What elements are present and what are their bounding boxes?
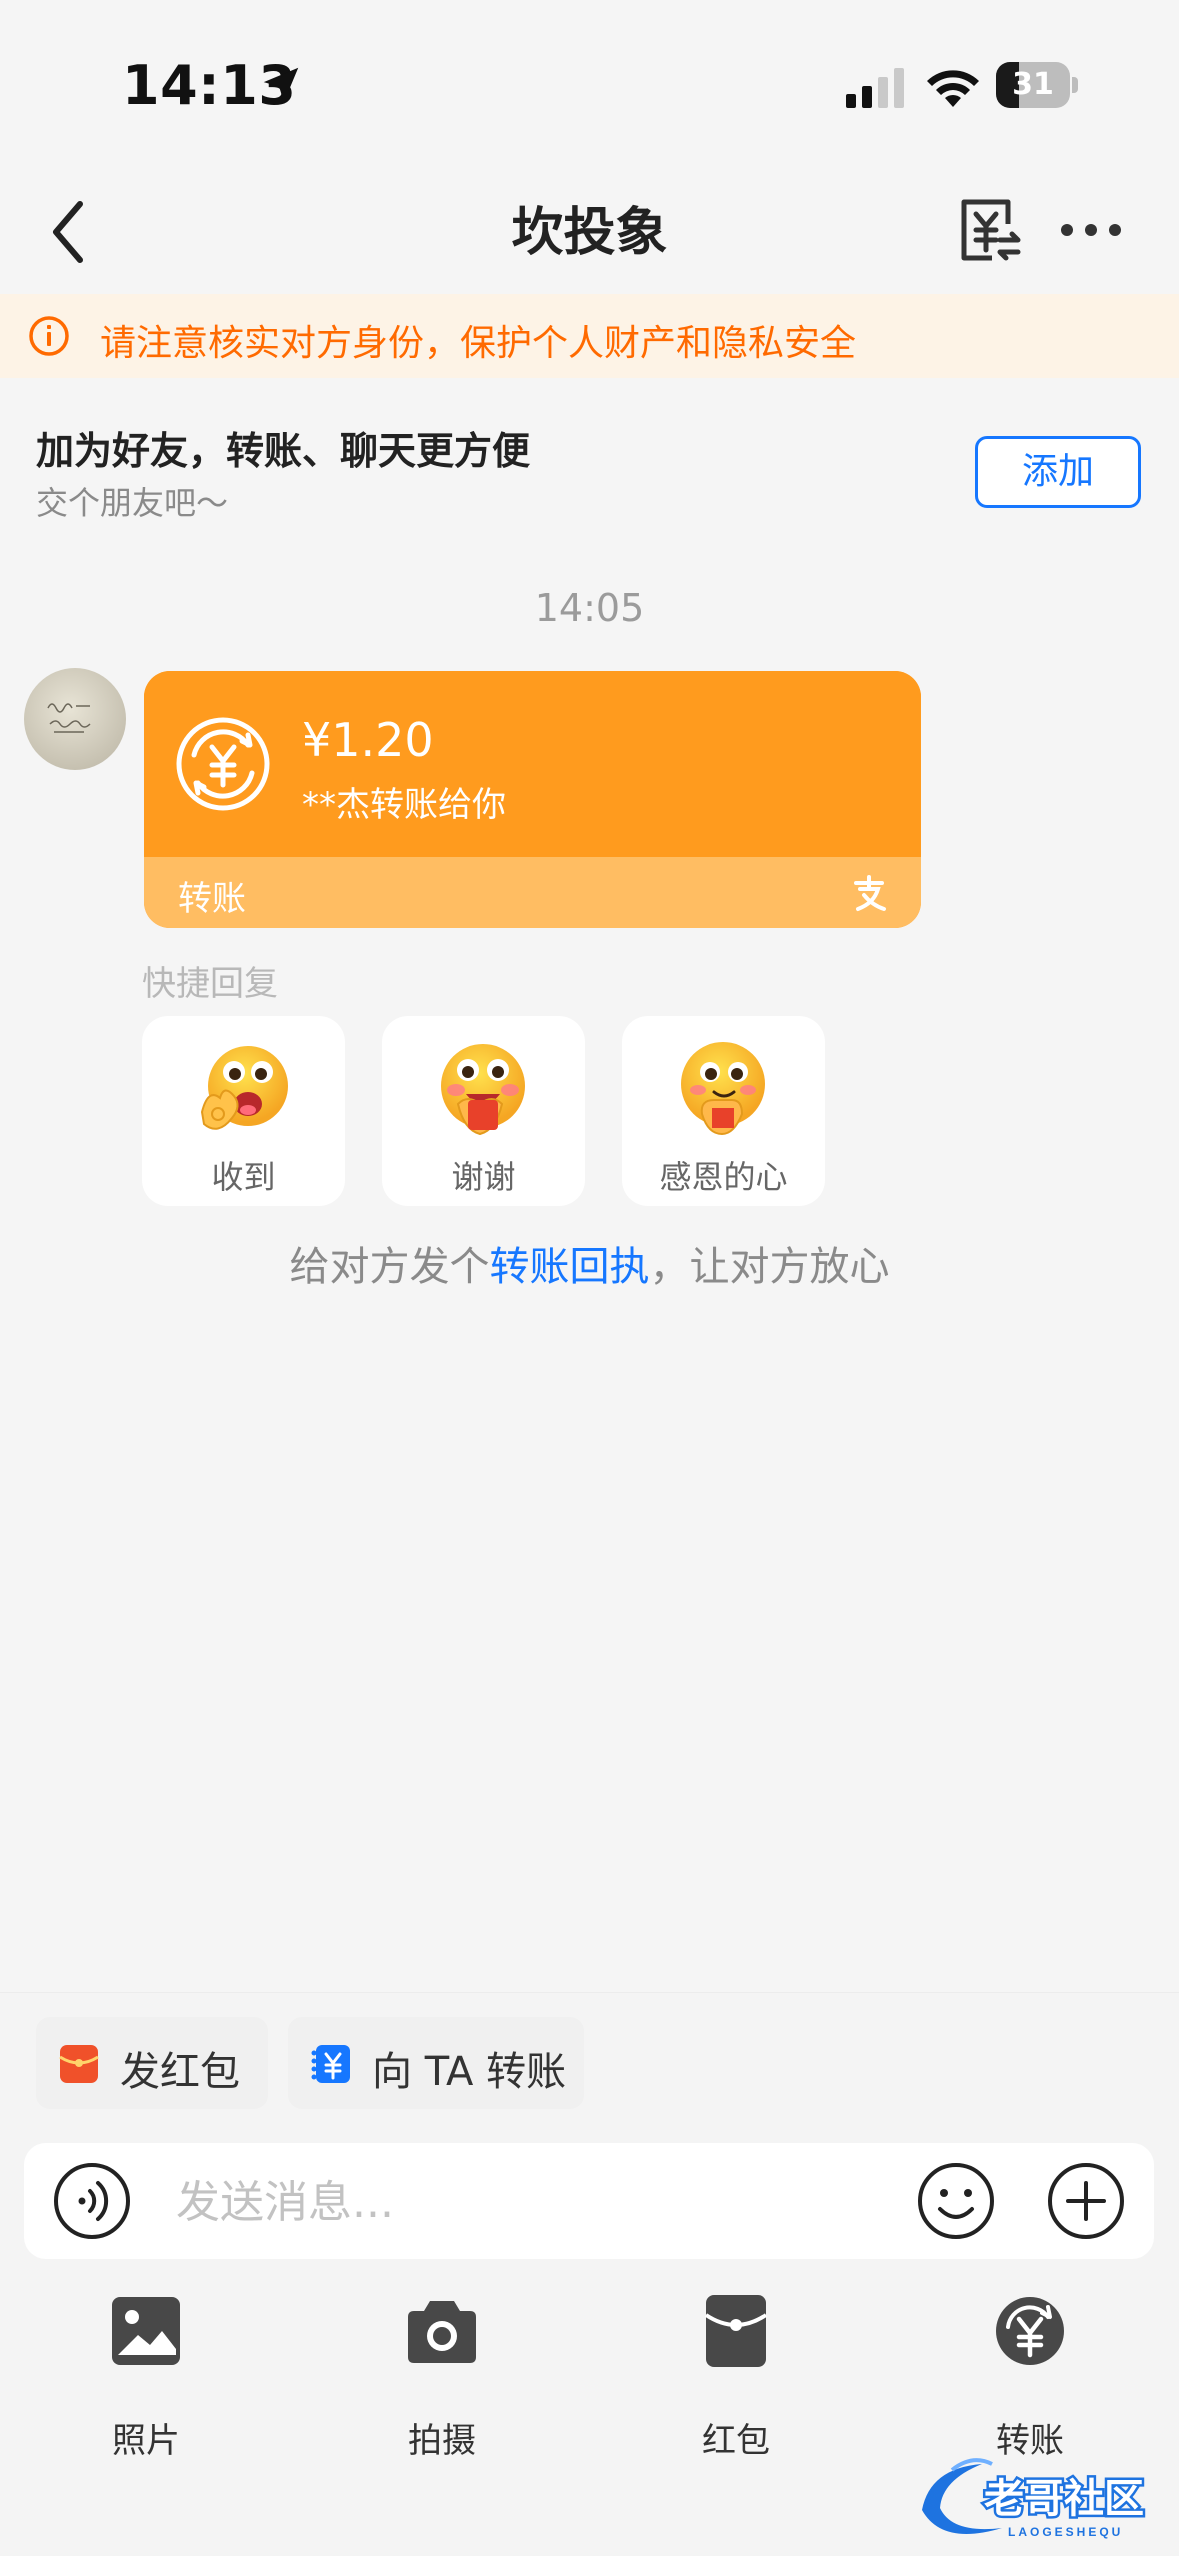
message-input-bar: [24, 2143, 1154, 2259]
community-watermark-logo: 老哥社区 LAOGESHEQU: [922, 2458, 1147, 2539]
toolbar-label: 拍摄: [408, 2421, 476, 2461]
transfer-icon: [996, 2297, 1064, 2365]
avatar[interactable]: [24, 668, 126, 770]
quick-reply-label: 收到: [211, 1158, 276, 1196]
transfer-receipt-link[interactable]: 转账回执: [490, 1244, 650, 1290]
plus-icon[interactable]: [1046, 2161, 1126, 2241]
transfer-to-ta-label: 向 TA 转账: [372, 2049, 567, 2095]
handwriting-image: [47, 703, 91, 733]
notice-text: 请注意核实对方身份，保护个人财产和隐私安全: [100, 323, 857, 364]
location-arrow-icon: [263, 67, 299, 103]
red-packet-icon: [59, 2045, 99, 2083]
toolbar-camera[interactable]: 拍摄: [352, 2293, 532, 2461]
receipt-tip-suffix: ，让对方放心: [649, 1244, 890, 1290]
receipt-tip-prefix: 给对方发个: [289, 1244, 490, 1290]
watermark-subtitle: LAOGESHEQU: [1008, 2525, 1123, 2539]
thanks-emoji-icon: [441, 1044, 525, 1136]
message-input[interactable]: [174, 2167, 898, 2237]
status-bar: 14:13 31: [0, 0, 1179, 170]
add-friend-button[interactable]: 添加: [975, 436, 1141, 508]
transfer-description: **杰转账给你: [302, 785, 506, 825]
wifi-icon: [927, 70, 979, 107]
toolbar-label: 红包: [702, 2421, 770, 2461]
quick-reply-label: 感恩的心: [659, 1158, 788, 1196]
photo-icon: [112, 2297, 180, 2365]
toolbar-label: 照片: [112, 2421, 180, 2461]
transfer-label: 转账: [178, 879, 246, 919]
toolbar-red-packet[interactable]: 红包: [646, 2293, 826, 2461]
watermark-title: 老哥社区: [984, 2477, 1144, 2521]
toolbar-transfer[interactable]: 转账: [940, 2293, 1120, 2461]
battery-level: 31: [1012, 67, 1054, 102]
voice-icon[interactable]: [52, 2161, 132, 2241]
friend-banner-subtitle: 交个朋友吧～: [36, 484, 229, 522]
alipay-logo-icon: [854, 875, 886, 911]
transfer-card-footer: 转账: [144, 857, 921, 928]
cellular-signal-icon: [846, 68, 904, 108]
transfer-card-top: ¥1.20 **杰转账给你: [144, 671, 921, 857]
send-red-packet-label: 发红包: [120, 2049, 240, 2095]
red-packet-icon: [704, 2295, 768, 2367]
quick-reply-title: 快捷回复: [142, 964, 278, 1004]
quick-reply-grateful[interactable]: 感恩的心: [622, 1016, 825, 1206]
transfer-yuan-icon: [176, 717, 270, 811]
heart-emoji-icon: [681, 1042, 765, 1136]
ok-hand-emoji-icon: [200, 1046, 288, 1130]
safety-notice: 请注意核实对方身份，保护个人财产和隐私安全: [0, 294, 1179, 378]
nav-bar: 坎投象: [0, 170, 1179, 294]
quick-reply-thanks[interactable]: 谢谢: [382, 1016, 585, 1206]
more-dots-icon[interactable]: [1058, 212, 1124, 248]
receipt-tip: 给对方发个转账回执，让对方放心: [0, 1234, 1179, 1292]
toolbar-photo[interactable]: 照片: [56, 2293, 236, 2461]
transfer-card-icon: [311, 2045, 350, 2083]
quick-reply-received[interactable]: 收到: [142, 1016, 345, 1206]
camera-icon: [408, 2301, 476, 2363]
message-timestamp: 14:05: [534, 586, 645, 630]
chat-screen: 14:13 31 坎投象 请注意核实对方身份，保护个人财产和隐私安全 加为好友，…: [0, 0, 1179, 2556]
send-red-packet-chip[interactable]: 发红包: [36, 2017, 268, 2109]
transfer-amount: ¥1.20: [302, 713, 434, 767]
add-friend-banner: 加为好友，转账、聊天更方便 交个朋友吧～ 添加: [0, 378, 1179, 528]
emoji-icon[interactable]: [916, 2161, 996, 2241]
transfer-message-card[interactable]: ¥1.20 **杰转账给你 转账: [144, 671, 921, 928]
friend-banner-title: 加为好友，转账、聊天更方便: [36, 429, 531, 473]
quick-reply-label: 谢谢: [451, 1158, 516, 1196]
transfer-to-ta-chip[interactable]: 向 TA 转账: [288, 2017, 584, 2109]
battery-icon: 31: [996, 62, 1078, 108]
info-icon: [29, 316, 69, 356]
bill-exchange-icon[interactable]: [956, 194, 1022, 266]
